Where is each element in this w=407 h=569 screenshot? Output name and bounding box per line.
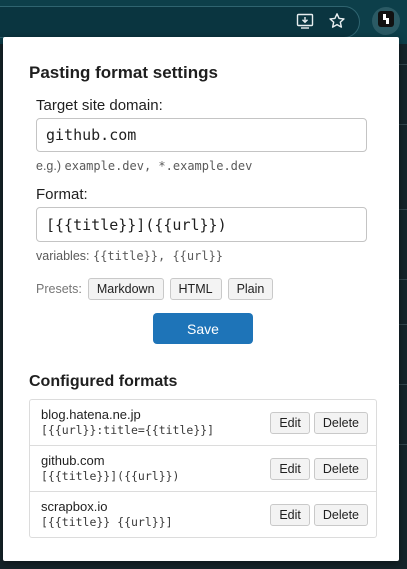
item-format: [{{title}}]({{url}}) xyxy=(41,469,180,483)
extension-popup: Pasting format settings Target site doma… xyxy=(3,37,399,561)
configured-formats-list: blog.hatena.ne.jp [{{url}}:title={{title… xyxy=(29,399,377,538)
format-hint-vars: {{title}}, {{url}} xyxy=(92,249,224,263)
popup-title: Pasting format settings xyxy=(29,63,218,82)
item-domain: blog.hatena.ne.jp xyxy=(41,407,141,422)
preset-plain-button[interactable]: Plain xyxy=(227,278,274,300)
domain-hint-prefix: e.g.) xyxy=(36,159,65,173)
item-actions: Edit Delete xyxy=(270,412,368,434)
item-actions: Edit Delete xyxy=(270,504,368,526)
format-hint-prefix: variables: xyxy=(36,249,93,263)
edit-button[interactable]: Edit xyxy=(270,504,310,526)
save-button[interactable]: Save xyxy=(153,313,253,344)
delete-button[interactable]: Delete xyxy=(313,412,368,434)
format-hint: variables: {{title}}, {{url}} xyxy=(36,249,223,263)
item-format: [{{title}} {{url}}] xyxy=(41,515,173,529)
item-format: [{{url}}:title={{title}}] xyxy=(41,423,215,437)
list-item: scrapbox.io [{{title}} {{url}}] Edit Del… xyxy=(30,492,376,537)
presets-row: Presets: Markdown HTML Plain xyxy=(36,278,274,300)
extension-button[interactable] xyxy=(372,7,400,35)
configured-formats-title: Configured formats xyxy=(29,373,178,390)
item-domain: github.com xyxy=(41,453,105,468)
domain-label: Target site domain: xyxy=(36,97,163,114)
preset-markdown-button[interactable]: Markdown xyxy=(87,278,164,300)
install-app-icon[interactable] xyxy=(294,10,316,32)
edit-button[interactable]: Edit xyxy=(270,412,310,434)
presets-label: Presets: xyxy=(36,282,82,296)
domain-hint-examples: example.dev, *.example.dev xyxy=(64,159,253,173)
format-input[interactable] xyxy=(36,207,367,242)
extension-icon xyxy=(378,10,394,32)
delete-button[interactable]: Delete xyxy=(313,458,368,480)
item-actions: Edit Delete xyxy=(270,458,368,480)
domain-input[interactable] xyxy=(36,118,367,152)
domain-hint: e.g.) example.dev, *.example.dev xyxy=(36,159,252,173)
list-item: blog.hatena.ne.jp [{{url}}:title={{title… xyxy=(30,400,376,446)
bookmark-star-icon[interactable] xyxy=(326,10,348,32)
delete-button[interactable]: Delete xyxy=(313,504,368,526)
edit-button[interactable]: Edit xyxy=(270,458,310,480)
preset-html-button[interactable]: HTML xyxy=(169,278,222,300)
item-domain: scrapbox.io xyxy=(41,499,108,514)
list-item: github.com [{{title}}]({{url}}) Edit Del… xyxy=(30,446,376,492)
format-label: Format: xyxy=(36,186,88,203)
